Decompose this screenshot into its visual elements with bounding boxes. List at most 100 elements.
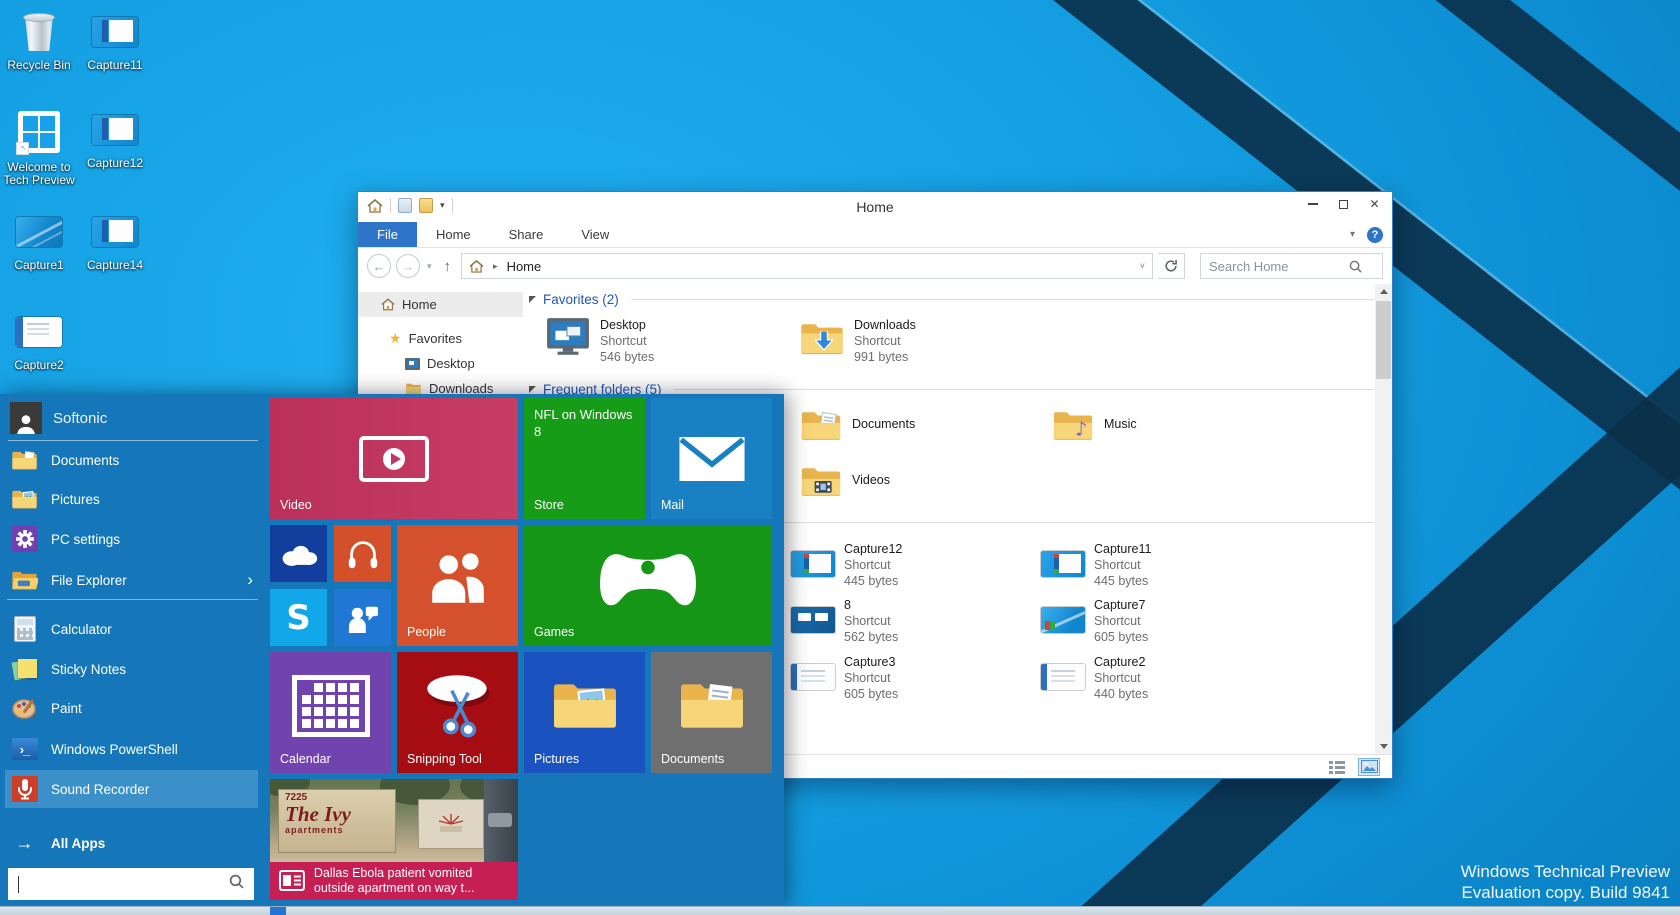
start-item-documents[interactable]: Documents — [0, 441, 266, 479]
start-item-sticky-notes[interactable]: Sticky Notes — [0, 650, 266, 688]
news-photo: 7225 The Ivy apartments — [270, 779, 518, 862]
folder-item-videos[interactable]: Videos — [799, 464, 843, 498]
address-bar[interactable]: ▸ Home ˅ — [461, 253, 1153, 279]
breadcrumb[interactable]: Home — [507, 259, 542, 274]
desktop-icon-capture12[interactable]: Capture12 — [76, 106, 154, 170]
tile-games[interactable]: Games — [524, 525, 772, 646]
desktop-icon-label: Recycle Bin — [0, 59, 78, 72]
title-bar[interactable]: ▾ Home ✕ — [358, 192, 1392, 222]
folder-item-music[interactable]: ♪ Music — [1051, 408, 1095, 442]
desktop-icon-capture11[interactable]: Capture11 — [76, 8, 154, 72]
desktop-icon-capture14[interactable]: Capture14 — [76, 208, 154, 272]
start-item-powershell[interactable]: ›_ Windows PowerShell — [0, 730, 266, 768]
tab-share[interactable]: Share — [490, 222, 563, 247]
tab-view[interactable]: View — [562, 222, 628, 247]
thumbnail-view-button[interactable] — [1358, 758, 1380, 776]
desktop-icon-recycle-bin[interactable]: Recycle Bin — [0, 8, 78, 72]
search-input[interactable] — [1209, 259, 1349, 274]
file-item-desktop[interactable]: Desktop Shortcut 546 bytes — [545, 317, 654, 365]
expand-ribbon-icon[interactable]: ▾ — [1350, 229, 1355, 240]
home-icon — [381, 298, 395, 311]
avatar[interactable] — [10, 402, 42, 434]
tile-messaging[interactable] — [334, 589, 391, 646]
breadcrumb-chevron-icon[interactable]: ▸ — [491, 261, 500, 272]
desktop-icon-capture1[interactable]: Capture1 — [0, 208, 78, 272]
file-item-downloads[interactable]: Downloads Shortcut 991 bytes — [799, 317, 916, 365]
search-icon[interactable] — [229, 874, 244, 894]
scrollbar-thumb[interactable] — [1376, 301, 1391, 379]
taskbar-item[interactable] — [270, 907, 286, 915]
tile-skype[interactable]: S — [270, 589, 327, 646]
file-item[interactable]: Capture3 Shortcut 605 bytes — [791, 654, 898, 702]
maximize-button[interactable] — [1328, 192, 1359, 216]
scroll-up-icon[interactable] — [1375, 284, 1392, 299]
tile-store[interactable]: NFL on Windows 8 Store — [524, 398, 645, 519]
file-name: Capture7 — [1094, 597, 1148, 613]
start-menu-search-input[interactable] — [8, 868, 254, 900]
nav-item-desktop[interactable]: Desktop — [358, 351, 523, 376]
address-dropdown-icon[interactable]: ˅ — [1140, 261, 1145, 271]
tile-news[interactable]: 7225 The Ivy apartments Dallas Ebola pat… — [270, 779, 518, 900]
headphones-icon — [334, 525, 391, 582]
nav-item-home[interactable]: Home — [358, 292, 523, 317]
tile-video[interactable]: Video — [270, 398, 518, 519]
recent-locations-icon[interactable]: ▾ — [425, 261, 434, 272]
collapse-triangle-icon[interactable] — [529, 296, 536, 303]
collapse-triangle-icon[interactable] — [529, 386, 536, 393]
vertical-scrollbar[interactable] — [1375, 284, 1392, 754]
start-item-pictures[interactable]: Pictures — [0, 480, 266, 518]
nav-item-favorites[interactable]: ★ Favorites — [358, 326, 523, 351]
desktop-icon-welcome[interactable]: → Welcome to Tech Preview — [0, 106, 78, 187]
file-item[interactable]: Capture11 Shortcut 445 bytes — [1041, 541, 1151, 589]
scroll-down-icon[interactable] — [1375, 739, 1392, 754]
tab-file[interactable]: File — [358, 222, 417, 247]
all-apps-button[interactable]: → All Apps — [0, 828, 266, 858]
start-item-paint[interactable]: Paint — [0, 689, 266, 727]
start-item-file-explorer[interactable]: File Explorer › — [0, 561, 266, 599]
file-item[interactable]: Capture12 Shortcut 445 bytes — [791, 541, 902, 589]
desktop-icon-capture2[interactable]: Capture2 — [0, 308, 78, 372]
user-name: Softonic — [53, 410, 107, 427]
minimize-button[interactable] — [1297, 192, 1328, 216]
details-view-icon — [1329, 760, 1345, 774]
tile-pictures[interactable]: Pictures — [524, 652, 645, 773]
start-item-pc-settings[interactable]: PC settings — [0, 520, 266, 558]
details-view-button[interactable] — [1326, 758, 1348, 776]
svg-text:♪: ♪ — [1075, 418, 1087, 441]
sound-recorder-icon — [11, 776, 38, 803]
file-kind: Shortcut — [844, 670, 898, 686]
submenu-chevron-icon[interactable]: › — [247, 570, 253, 590]
screenshot-thumbnail-icon — [0, 208, 78, 256]
search-box[interactable] — [1200, 253, 1383, 279]
caption-buttons: ✕ — [1297, 192, 1390, 216]
desktop-monitor-icon — [545, 317, 591, 357]
window-title: Home — [358, 199, 1392, 215]
tile-calendar[interactable]: Calendar — [270, 652, 391, 773]
start-item-sound-recorder[interactable]: Sound Recorder — [5, 770, 258, 808]
tile-onedrive[interactable] — [270, 525, 327, 582]
group-header-favorites[interactable]: Favorites (2) — [529, 290, 1374, 308]
tab-home[interactable]: Home — [417, 222, 490, 247]
messaging-icon — [334, 589, 391, 646]
tile-documents[interactable]: Documents — [651, 652, 772, 773]
start-item-label: Sticky Notes — [51, 662, 126, 677]
user-account[interactable]: Softonic — [10, 402, 107, 434]
folder-name: Music — [1104, 417, 1137, 431]
tile-people[interactable]: People — [397, 525, 518, 646]
refresh-button[interactable] — [1158, 253, 1185, 279]
file-item[interactable]: Capture2 Shortcut 440 bytes — [1041, 654, 1148, 702]
close-button[interactable]: ✕ — [1359, 192, 1390, 216]
tile-music[interactable] — [334, 525, 391, 582]
forward-button[interactable]: → — [396, 254, 420, 278]
help-icon[interactable]: ? — [1367, 227, 1383, 243]
tile-mail[interactable]: Mail — [651, 398, 772, 519]
search-icon[interactable] — [1349, 260, 1362, 273]
folder-item-documents[interactable]: Documents — [799, 408, 843, 442]
start-item-calculator[interactable]: Calculator — [0, 610, 266, 648]
back-button[interactable]: ← — [367, 254, 391, 278]
tile-snipping-tool[interactable]: Snipping Tool — [397, 652, 518, 773]
file-item[interactable]: Capture7 Shortcut 605 bytes — [1041, 597, 1148, 645]
music-folder-icon: ♪ — [1051, 408, 1095, 442]
file-item[interactable]: 8 Shortcut 562 bytes — [791, 597, 898, 645]
up-button[interactable]: ↑ — [439, 258, 457, 275]
